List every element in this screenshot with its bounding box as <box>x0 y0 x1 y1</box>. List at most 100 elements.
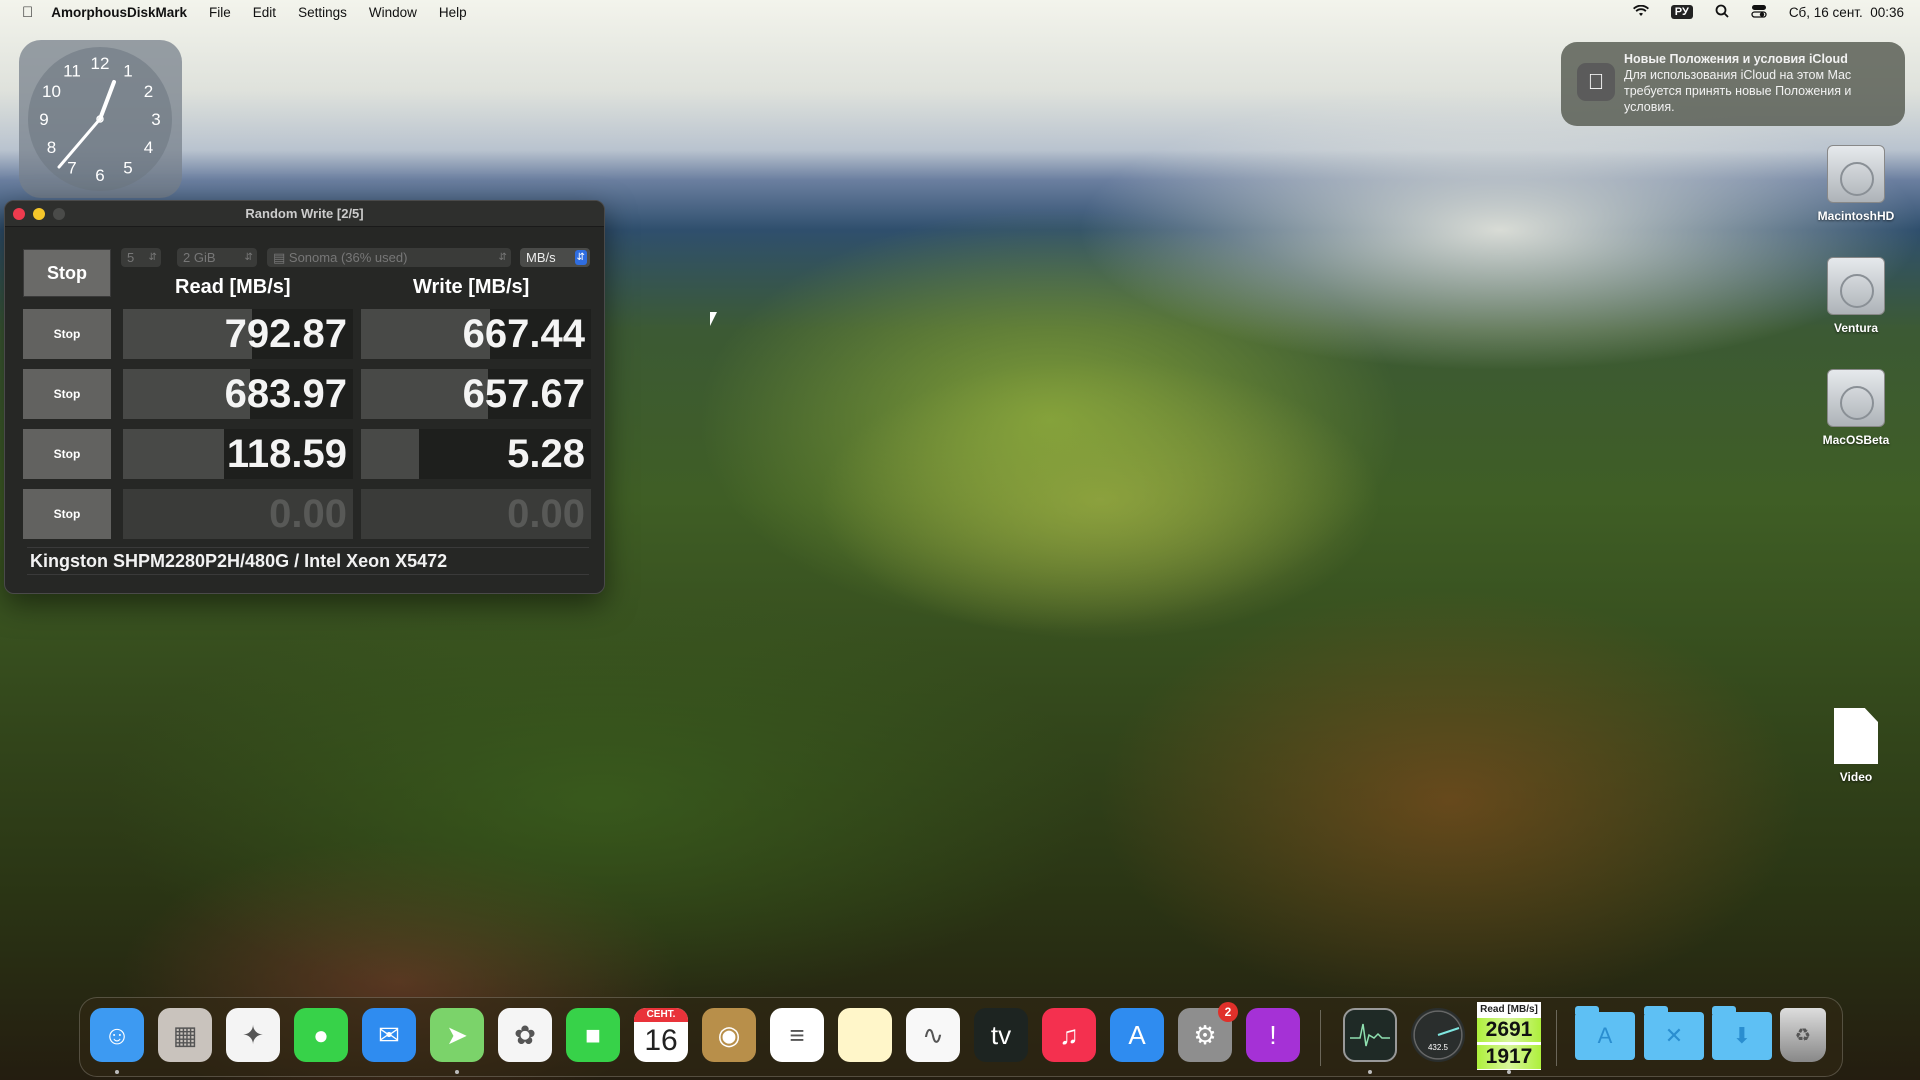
photos-icon: ✿ <box>514 1019 536 1050</box>
applications-folder-icon: A <box>1597 1023 1613 1048</box>
calendar-icon: 16 <box>644 1024 678 1057</box>
dock-app-maps[interactable]: ➤ <box>430 1008 484 1062</box>
finder-icon: ☺ <box>103 1019 131 1050</box>
row-stop-button[interactable]: Stop <box>23 489 111 539</box>
amorphousdiskmark-window: Random Write [2/5] Stop 5 ⇵ 2 GiB ⇵ ▤ Sono… <box>4 200 605 594</box>
apple-menu-icon[interactable]:  <box>22 4 33 21</box>
desktop-icon-macosbeta[interactable]: MacOSBeta <box>1816 369 1896 447</box>
apple-logo-icon:  <box>1577 63 1615 101</box>
drive-icon: ▤ <box>273 250 289 265</box>
menu-file[interactable]: File <box>209 5 231 20</box>
window-titlebar[interactable]: Random Write [2/5] <box>5 201 604 227</box>
clock-number: 1 <box>123 62 132 81</box>
stop-all-button[interactable]: Stop <box>23 249 111 297</box>
read-widget-value: 2691 <box>1477 1018 1541 1042</box>
read-result: 0.00 <box>123 489 353 539</box>
clock-number: 9 <box>39 110 48 129</box>
desktop-icon-ventura[interactable]: Ventura <box>1816 257 1896 335</box>
clock-number: 10 <box>42 82 61 101</box>
control-center-icon[interactable] <box>1751 4 1767 21</box>
dock-app-finder[interactable]: ☺ <box>90 1008 144 1062</box>
read-widget-header: Read [MB/s] <box>1480 1004 1538 1015</box>
clock-number: 5 <box>123 158 132 177</box>
notification-badge: 2 <box>1218 1002 1238 1022</box>
app-store-icon: A <box>1128 1019 1146 1050</box>
device-info-field[interactable]: Kingston SHPM2280P2H/480G / Intel Xeon X… <box>27 547 589 575</box>
read-value: 118.59 <box>226 432 347 476</box>
write-value: 657.67 <box>462 372 585 416</box>
read-value: 683.97 <box>224 372 347 416</box>
dock-app-launchpad[interactable]: ▦ <box>158 1008 212 1062</box>
result-row: Stop 683.97 657.67 <box>23 369 591 419</box>
dock-folder-utilities[interactable]: ✕ <box>1644 1006 1704 1060</box>
clock-number: 2 <box>144 82 153 101</box>
test-size-select[interactable]: 2 GiB ⇵ <box>177 248 257 267</box>
dock-app-messages[interactable]: ● <box>294 1008 348 1062</box>
svg-text:432.5: 432.5 <box>1428 1043 1449 1052</box>
write-value: 0.00 <box>507 492 585 536</box>
dock-app-calendar[interactable]: СЕНТ. 16 <box>634 1008 688 1062</box>
dock-trash[interactable]: ♻ <box>1780 1008 1826 1062</box>
dock-app-contacts[interactable]: ◉ <box>702 1008 756 1062</box>
dock-app-photos[interactable]: ✿ <box>498 1008 552 1062</box>
icloud-notification[interactable]:  Новые Положения и условия iCloud Для и… <box>1561 42 1905 126</box>
running-indicator <box>1507 1070 1511 1074</box>
reminders-icon: ≡ <box>789 1019 805 1050</box>
running-indicator <box>455 1070 459 1074</box>
dock-read-speed-widget[interactable]: Read [MB/s] 2691 1917 <box>1477 1002 1541 1070</box>
spotlight-search-icon[interactable] <box>1715 4 1729 21</box>
dock-activity-monitor[interactable] <box>1343 1008 1397 1062</box>
dock-app-feedback-assistant[interactable]: ! <box>1246 1008 1300 1062</box>
dock-app-reminders[interactable]: ≡ <box>770 1008 824 1062</box>
dock-app-safari[interactable]: ✦ <box>226 1008 280 1062</box>
dock-app-music[interactable]: ♫ <box>1042 1008 1096 1062</box>
dock-app-freeform[interactable]: ∿ <box>906 1008 960 1062</box>
system-settings-icon: ⚙ <box>1193 1019 1217 1050</box>
contacts-icon: ◉ <box>717 1019 741 1050</box>
menu-settings[interactable]: Settings <box>298 5 347 20</box>
menu-help[interactable]: Help <box>439 5 467 20</box>
running-indicator <box>115 1070 119 1074</box>
drive-select[interactable]: ▤ Sonoma (36% used) ⇵ <box>267 248 511 267</box>
dock-app-facetime[interactable]: ■ <box>566 1008 620 1062</box>
dock-app-notes[interactable] <box>838 1008 892 1062</box>
clock-number: 6 <box>95 166 104 185</box>
mail-icon: ✉ <box>378 1019 400 1050</box>
row-stop-button[interactable]: Stop <box>23 369 111 419</box>
safari-icon: ✦ <box>242 1019 264 1050</box>
dock-app-tv[interactable]: tv <box>974 1008 1028 1062</box>
dock-app-mail[interactable]: ✉ <box>362 1008 416 1062</box>
unit-select[interactable]: MB/s ⇵ <box>520 248 590 267</box>
desktop-icon-label: MacintoshHD <box>1817 209 1895 223</box>
menu-app-name[interactable]: AmorphousDiskMark <box>51 5 187 20</box>
row-stop-button[interactable]: Stop <box>23 309 111 359</box>
desktop-icon-video[interactable]: Video <box>1816 708 1896 784</box>
menu-clock-datetime[interactable]: Сб, 16 сент. 00:36 <box>1789 5 1904 20</box>
clock-number: 12 <box>91 54 110 73</box>
dock-disk-gauge[interactable]: 432.5 <box>1411 1008 1465 1062</box>
clock-widget[interactable]: 12 1 2 3 4 5 6 7 8 9 10 11 <box>19 40 182 198</box>
messages-icon: ● <box>313 1019 329 1050</box>
desktop-icon-label: Video <box>1839 770 1873 784</box>
dock: ☺ ▦ ✦ ● ✉ ➤ ✿ ■ СЕНТ. 16 ◉ ≡ ∿ tv ♫ A ⚙ 2! 432.5 Read [MB… <box>79 997 1843 1077</box>
read-widget-value: 1917 <box>1477 1045 1541 1069</box>
chevron-updown-icon: ⇵ <box>574 250 587 265</box>
test-count-select[interactable]: 5 ⇵ <box>121 248 161 267</box>
wifi-icon[interactable] <box>1632 4 1649 20</box>
input-source-indicator[interactable]: РУ <box>1670 5 1693 19</box>
menu-edit[interactable]: Edit <box>253 5 276 20</box>
menu-window[interactable]: Window <box>369 5 417 20</box>
result-row: Stop 792.87 667.44 <box>23 309 591 359</box>
row-stop-button[interactable]: Stop <box>23 429 111 479</box>
desktop-icon-label: Ventura <box>1833 321 1878 335</box>
read-value: 792.87 <box>224 312 347 356</box>
dock-folder-downloads[interactable]: ⬇ <box>1712 1006 1772 1060</box>
dock-app-system-settings[interactable]: ⚙ 2 <box>1178 1002 1238 1062</box>
dock-folder-applications[interactable]: A <box>1575 1006 1635 1060</box>
test-size-value: 2 GiB <box>183 250 216 265</box>
desktop-icon-macintoshhd[interactable]: MacintoshHD <box>1816 145 1896 223</box>
clock-number: 11 <box>63 62 81 81</box>
dock-app-app-store[interactable]: A <box>1110 1008 1164 1062</box>
chevron-updown-icon: ⇵ <box>498 252 507 263</box>
hard-drive-icon <box>1827 257 1885 315</box>
